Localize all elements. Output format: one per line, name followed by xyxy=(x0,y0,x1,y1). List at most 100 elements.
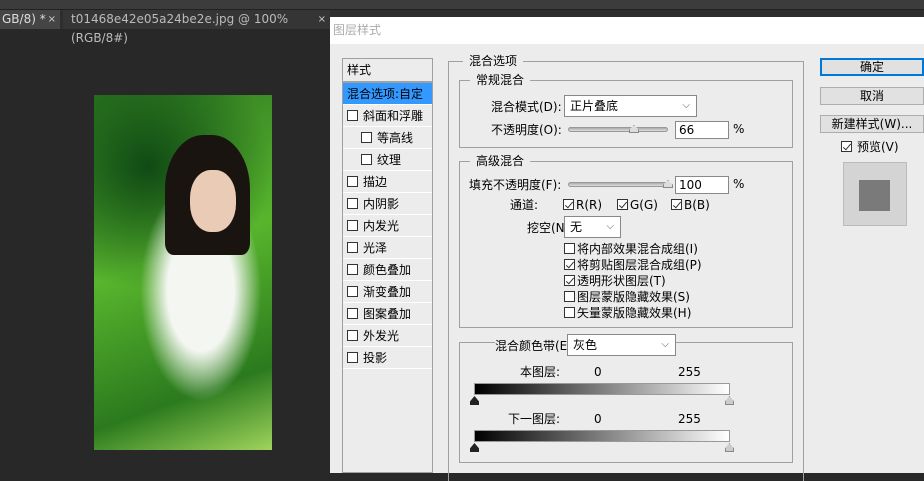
group-title: 高级混合 xyxy=(470,153,531,169)
style-item[interactable]: 内阴影 xyxy=(343,193,432,215)
style-item[interactable]: 外发光 xyxy=(343,325,432,347)
advanced-option-checkbox[interactable]: 透明形状图层(T) xyxy=(564,273,666,289)
style-item-label: 图案叠加 xyxy=(363,307,412,321)
checkbox-icon xyxy=(564,291,575,302)
checkbox-icon xyxy=(617,199,628,210)
style-item[interactable]: 内发光 xyxy=(343,215,432,237)
fill-opacity-label: 填充不透明度(F): xyxy=(469,178,562,192)
close-icon[interactable]: × xyxy=(318,10,326,29)
tab-label: GB/8) * xyxy=(2,12,46,26)
fill-opacity-input[interactable]: 100 xyxy=(675,176,729,194)
group-title: 混合选项 xyxy=(463,53,524,69)
checkbox-icon[interactable] xyxy=(347,242,358,253)
blend-mode-label: 混合模式(D): xyxy=(491,100,562,114)
layer-style-dialog: 图层样式 样式 混合选项:自定斜面和浮雕等高线纹理描边内阴影内发光光泽颜色叠加渐… xyxy=(330,17,924,481)
checkbox-icon[interactable] xyxy=(361,132,372,143)
checkbox-icon[interactable] xyxy=(347,198,358,209)
checkbox-icon xyxy=(564,307,575,318)
checkbox-icon[interactable] xyxy=(347,308,358,319)
styles-list: 样式 混合选项:自定斜面和浮雕等高线纹理描边内阴影内发光光泽颜色叠加渐变叠加图案… xyxy=(342,58,433,473)
checkbox-icon[interactable] xyxy=(347,220,358,231)
style-item[interactable]: 描边 xyxy=(343,171,432,193)
style-item-label: 描边 xyxy=(363,175,388,189)
channels-label: 通道: xyxy=(510,198,539,212)
style-item[interactable]: 图案叠加 xyxy=(343,303,432,325)
cancel-button[interactable]: 取消 xyxy=(820,87,924,105)
style-item-label: 颜色叠加 xyxy=(363,263,412,277)
this-layer-label: 本图层: xyxy=(520,365,561,379)
checkbox-icon xyxy=(563,199,574,210)
style-item-label: 光泽 xyxy=(363,241,388,255)
channel-checkbox[interactable]: B(B) xyxy=(671,197,710,213)
preview-checkbox[interactable]: 预览(V) xyxy=(841,139,899,155)
blend-mode-select[interactable]: 正片叠底 ⌵ xyxy=(564,95,697,117)
style-item-label: 等高线 xyxy=(377,131,414,145)
underlying-layer-label: 下一图层: xyxy=(508,412,561,426)
this-layer-min: 0 xyxy=(594,365,602,379)
ok-button[interactable]: 确定 xyxy=(820,58,924,76)
option-label: 将内部效果混合成组(I) xyxy=(577,242,698,256)
style-item[interactable]: 投影 xyxy=(343,347,432,369)
channel-checkbox[interactable]: R(R) xyxy=(563,197,602,213)
doc-tab-1[interactable]: GB/8) * × xyxy=(0,10,60,29)
options-bar xyxy=(0,0,924,10)
new-style-button[interactable]: 新建样式(W)... xyxy=(820,115,924,133)
doc-tab-2[interactable]: t01468e42e05a24be2e.jpg @ 100%(RGB/8#) × xyxy=(63,10,330,45)
opacity-input[interactable]: 66 xyxy=(675,121,729,139)
checkbox-icon[interactable] xyxy=(347,110,358,121)
select-value: 正片叠底 xyxy=(570,99,619,113)
styles-header: 样式 xyxy=(343,59,432,83)
knockout-select[interactable]: 无 ⌵ xyxy=(564,216,621,238)
style-item[interactable]: 纹理 xyxy=(343,149,432,171)
advanced-option-checkbox[interactable]: 将内部效果混合成组(I) xyxy=(564,241,698,257)
checkbox-icon[interactable] xyxy=(347,286,358,297)
option-label: 矢量蒙版隐藏效果(H) xyxy=(577,306,692,320)
underlying-max: 255 xyxy=(678,412,701,426)
style-item[interactable]: 等高线 xyxy=(343,127,432,149)
select-value: 无 xyxy=(570,220,583,234)
tab-label: t01468e42e05a24be2e.jpg @ 100%(RGB/8#) xyxy=(71,12,289,45)
blend-if-select[interactable]: 灰色 ⌵ xyxy=(567,334,676,356)
close-icon[interactable]: × xyxy=(48,10,56,29)
chevron-down-icon: ⌵ xyxy=(682,100,690,111)
checkbox-icon xyxy=(671,199,682,210)
style-item[interactable]: 混合选项:自定 xyxy=(343,83,432,105)
style-item-label: 投影 xyxy=(363,351,388,365)
percent-label: % xyxy=(733,177,745,191)
opacity-label: 不透明度(O): xyxy=(491,123,562,137)
style-item[interactable]: 光泽 xyxy=(343,237,432,259)
style-item-label: 外发光 xyxy=(363,329,400,343)
blend-if-group xyxy=(459,342,793,463)
style-item[interactable]: 颜色叠加 xyxy=(343,259,432,281)
channel-checkbox[interactable]: G(G) xyxy=(617,197,658,213)
channel-label: G(G) xyxy=(630,198,658,212)
channel-label: R(R) xyxy=(576,198,603,212)
checkbox-icon xyxy=(841,141,852,152)
underlying-min: 0 xyxy=(594,412,602,426)
checkbox-icon[interactable] xyxy=(347,352,358,363)
option-label: 图层蒙版隐藏效果(S) xyxy=(577,290,690,304)
style-item-label: 渐变叠加 xyxy=(363,285,412,299)
preview-swatch xyxy=(859,180,890,211)
style-preview-thumbnail xyxy=(843,162,907,226)
image-figure-face xyxy=(190,170,236,232)
checkbox-icon[interactable] xyxy=(347,330,358,341)
style-item[interactable]: 渐变叠加 xyxy=(343,281,432,303)
opacity-slider[interactable] xyxy=(568,127,668,132)
dialog-title: 图层样式 xyxy=(330,17,924,44)
group-title: 常规混合 xyxy=(470,72,531,88)
checkbox-icon xyxy=(564,243,575,254)
checkbox-icon[interactable] xyxy=(347,264,358,275)
underlying-gradient xyxy=(474,430,730,442)
advanced-option-checkbox[interactable]: 图层蒙版隐藏效果(S) xyxy=(564,289,690,305)
fill-opacity-slider[interactable] xyxy=(568,182,668,187)
style-item[interactable]: 斜面和浮雕 xyxy=(343,105,432,127)
style-item-label: 斜面和浮雕 xyxy=(363,109,424,123)
preview-label: 预览(V) xyxy=(857,140,899,154)
checkbox-icon[interactable] xyxy=(347,176,358,187)
advanced-option-checkbox[interactable]: 将剪贴图层混合成组(P) xyxy=(564,257,702,273)
checkbox-icon[interactable] xyxy=(361,154,372,165)
advanced-option-checkbox[interactable]: 矢量蒙版隐藏效果(H) xyxy=(564,305,691,321)
style-item-label: 内阴影 xyxy=(363,197,400,211)
this-layer-gradient xyxy=(474,383,730,395)
